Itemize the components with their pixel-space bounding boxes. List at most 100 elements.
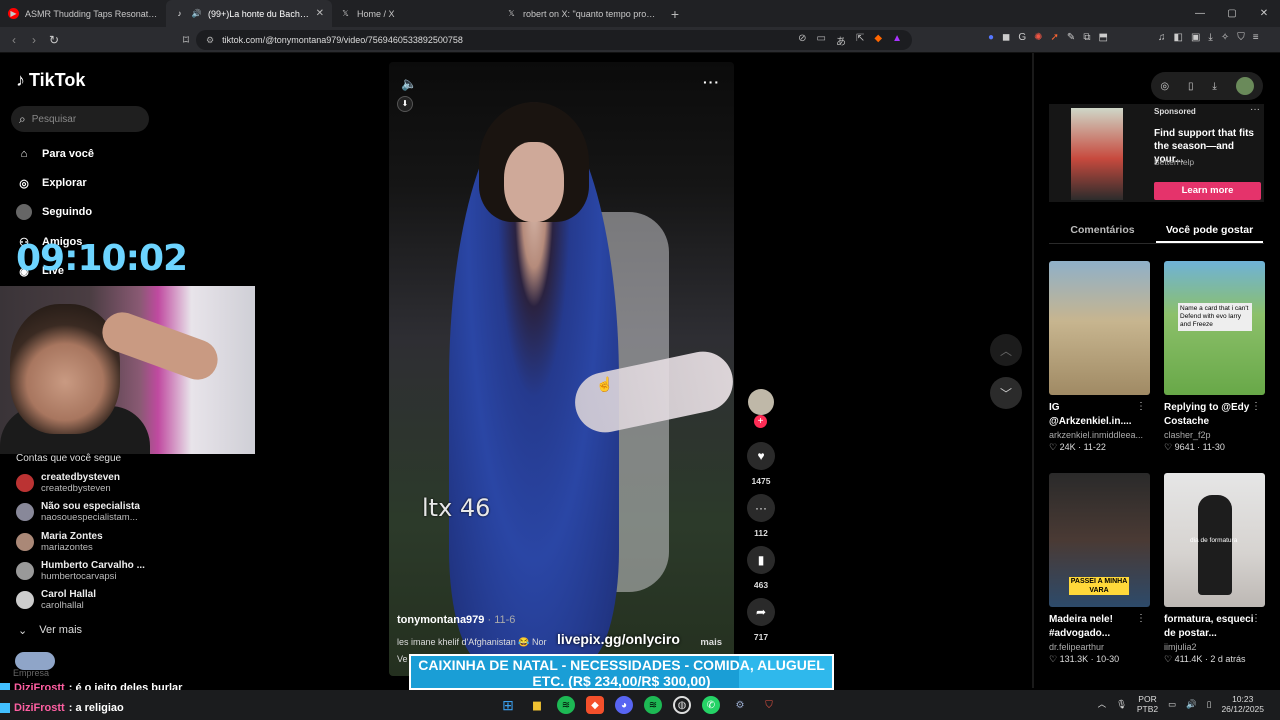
next-video-button[interactable]: ﹀ [990, 377, 1022, 409]
network-icon[interactable]: ▭ [1168, 699, 1176, 710]
browser-tab-active[interactable]: ♪ 🔊 (99+)La honte du Bacha Bazi ✕ [166, 0, 332, 27]
video-author[interactable]: tonymontana979 · 11-6 [397, 614, 515, 626]
brave-shield-icon[interactable]: ◆ [874, 33, 882, 48]
brave-icon[interactable]: ◆ [586, 696, 604, 714]
rewards-icon[interactable]: ▲ [892, 33, 902, 48]
file-explorer-icon[interactable]: ▆ [528, 696, 546, 714]
extension-icon[interactable]: ➚ [1051, 32, 1059, 43]
menu-icon[interactable]: ≡ [1253, 32, 1259, 43]
following-account[interactable]: createdbysteven createdbysteven [16, 472, 120, 494]
extension-icon[interactable]: ✎ [1067, 32, 1075, 43]
card-more-icon[interactable]: ⋮ [1136, 401, 1146, 412]
recommended-video-card[interactable]: IG @Arkzenkiel.in.... ⋮ arkzenkiel.inmid… [1049, 261, 1150, 453]
minimize-icon[interactable]: — [1184, 0, 1216, 27]
start-icon[interactable]: ⊞ [499, 696, 517, 714]
creator-avatar[interactable] [748, 389, 774, 415]
steam-icon[interactable]: ⚙ [731, 696, 749, 714]
share-button[interactable]: ➦ 717 [746, 598, 776, 642]
compass-small-icon[interactable]: ◎ [1160, 81, 1169, 92]
ai-icon[interactable]: ✧ [1221, 32, 1229, 43]
card-more-icon[interactable]: ⋮ [1251, 401, 1261, 412]
following-account[interactable]: Humberto Carvalho ... humbertocarvapsi [16, 560, 145, 582]
share-icon[interactable]: ⇱ [856, 33, 864, 48]
nav-explorar[interactable]: ◎ Explorar [16, 175, 86, 191]
input-language[interactable]: POR PTB2 [1137, 694, 1158, 714]
reload-icon[interactable]: ↻ [44, 33, 64, 47]
card-more-icon[interactable]: ⋮ [1136, 613, 1146, 624]
nav-seguindo[interactable]: Seguindo [16, 204, 92, 220]
like-button[interactable]: ♥ 1475 [746, 442, 776, 486]
shield-app-icon[interactable]: ⛉ [760, 696, 778, 714]
spotify-icon[interactable]: ≋ [644, 696, 662, 714]
extension-icon[interactable]: ◼ [1002, 32, 1010, 43]
media-icon[interactable]: ♫ [1158, 32, 1166, 43]
more-options-icon[interactable]: ··· [703, 74, 720, 90]
tray-chevron-icon[interactable]: ︿ [1098, 698, 1107, 710]
tab-comentarios[interactable]: Comentários [1049, 220, 1156, 243]
save-button[interactable]: ▮ 463 [746, 546, 776, 590]
sidebar-icon[interactable]: ◧ [1174, 32, 1183, 43]
clock[interactable]: 10:23 26/12/2025 [1221, 694, 1264, 714]
lang-line2: PTB2 [1136, 704, 1159, 714]
spotify-icon[interactable]: ≋ [557, 696, 575, 714]
sponsored-ad[interactable]: Sponsored ··· Find support that fits the… [1049, 104, 1264, 202]
previous-video-button[interactable]: ︿ [990, 334, 1022, 366]
close-window-icon[interactable]: ✕ [1248, 0, 1280, 27]
bookmark-icon[interactable]: ⌑ [176, 33, 196, 47]
video-player[interactable]: 🔈 ⬇ ··· ltx 46 tonymontana979 · 11-6 les… [389, 62, 734, 676]
comment-button[interactable]: ··· 112 [746, 494, 776, 538]
profile-avatar[interactable] [1235, 77, 1254, 95]
company-link[interactable]: Empresa [13, 668, 49, 678]
recommended-video-card[interactable]: PASSEI A MINHA VARA Madeira nele! #advog… [1049, 473, 1150, 665]
download-icon[interactable]: ⤓ [1208, 32, 1212, 43]
tab-voce-pode-gostar[interactable]: Você pode gostar [1156, 220, 1263, 243]
following-account[interactable]: Maria Zontes mariazontes [16, 531, 103, 553]
address-bar[interactable]: ⚙ tiktok.com/@tonymontana979/video/75694… [196, 30, 912, 50]
follow-plus-icon[interactable]: + [754, 415, 767, 428]
download-icon[interactable]: ⤓ [1212, 81, 1216, 92]
puzzle-icon[interactable]: ⬒ [1098, 32, 1107, 43]
learn-more-button[interactable]: Learn more [1154, 182, 1261, 200]
cast-icon[interactable]: ▭ [817, 33, 826, 48]
shield-icon[interactable]: ⛉ [1237, 32, 1245, 43]
new-tab-button[interactable]: + [664, 6, 686, 22]
back-icon[interactable]: ‹ [4, 33, 24, 47]
following-account[interactable]: Carol Hallal carolhallal [16, 589, 96, 611]
forward-icon[interactable]: › [24, 33, 44, 47]
card-more-icon[interactable]: ⋮ [1251, 613, 1261, 624]
whatsapp-icon[interactable]: ✆ [702, 696, 720, 714]
tiktok-logo[interactable]: ♪ TikTok [16, 70, 85, 91]
site-info-icon[interactable]: ⚙ [206, 35, 214, 46]
browser-tab[interactable]: 𝕏 robert on X: "quanto tempo pros bot [498, 0, 664, 27]
ad-brand: BetterHelp [1154, 157, 1195, 167]
no-image-icon[interactable]: ⊘ [798, 33, 806, 48]
expand-description-button[interactable]: mais [700, 637, 722, 648]
battery-icon[interactable]: ▯ [1207, 699, 1212, 710]
recommended-video-card[interactable]: dia de formatura formatura, esqueci de p… [1164, 473, 1265, 665]
speaker-icon[interactable]: 🔊 [191, 8, 202, 19]
maximize-icon[interactable]: ▢ [1216, 0, 1248, 27]
search-input[interactable]: ⌕ Pesquisar [11, 106, 149, 132]
volume-icon[interactable]: 🔊 [1186, 699, 1197, 710]
volume-icon[interactable]: 🔈 [401, 76, 417, 92]
wallet-icon[interactable]: ▣ [1191, 32, 1200, 43]
extension-icon[interactable]: ⧉ [1083, 32, 1090, 43]
discord-icon[interactable]: ◕ [615, 696, 633, 714]
browser-tab[interactable]: 𝕏 Home / X [332, 0, 498, 27]
download-small-icon[interactable]: ⬇ [397, 96, 413, 112]
microphone-icon[interactable]: 🎙 [1116, 699, 1127, 710]
close-tab-icon[interactable]: ✕ [316, 8, 324, 19]
extension-icon[interactable]: ● [988, 32, 994, 43]
chevron-down-icon: ⌄ [18, 625, 28, 637]
recommended-video-card[interactable]: Name a card that i can't Defend with evo… [1164, 261, 1265, 453]
translate-icon[interactable]: あ [836, 33, 846, 48]
obs-icon[interactable]: ◍ [673, 696, 691, 714]
following-account[interactable]: Não sou especialista naosouespecialistam.… [16, 501, 140, 523]
extension-icon[interactable]: ✺ [1034, 32, 1042, 43]
device-icon[interactable]: ▯ [1188, 81, 1194, 92]
see-more-button[interactable]: ⌄ Ver mais [18, 624, 82, 637]
nav-para-voce[interactable]: ⌂ Para você [16, 146, 94, 162]
extension-icon[interactable]: G [1018, 32, 1026, 43]
browser-tab[interactable]: ▶ ASMR Thudding Taps Resonating in t [0, 0, 166, 27]
ad-more-icon[interactable]: ··· [1250, 104, 1260, 115]
